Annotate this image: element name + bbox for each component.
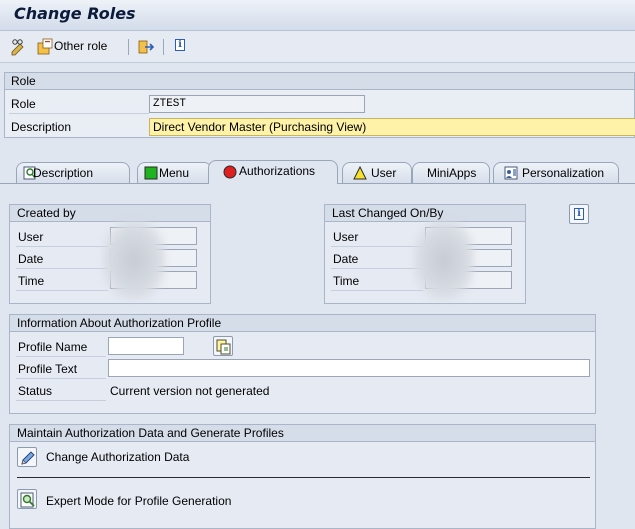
label-underline: [16, 290, 108, 291]
maintain-auth-header: Maintain Authorization Data and Generate…: [10, 425, 595, 442]
other-role-label: Other role: [54, 39, 108, 53]
created-user-label: User: [18, 230, 44, 244]
tab-description[interactable]: Description: [16, 162, 130, 184]
auth-profile-header: Information About Authorization Profile: [10, 315, 595, 332]
info-icon: i: [574, 208, 584, 220]
title-bar: Change Roles: [0, 0, 635, 31]
tab-menu[interactable]: Menu: [137, 162, 212, 184]
profile-text-label: Profile Text: [18, 362, 78, 376]
green-square-icon: [144, 166, 158, 180]
role-field[interactable]: ZTEST: [149, 95, 365, 113]
tab-strip: Description Menu Authorizations User Min…: [0, 160, 635, 184]
redacted-area: [102, 219, 166, 301]
application-toolbar: Other role i: [0, 31, 635, 63]
auth-profile-group: Information About Authorization Profile …: [9, 314, 596, 414]
last-changed-group: Last Changed On/By User Date Time: [324, 204, 526, 304]
redacted-area: [413, 219, 475, 301]
info-icon: i: [175, 39, 185, 51]
document-copy-icon: [216, 339, 231, 355]
profile-name-label: Profile Name: [18, 340, 88, 354]
expert-mode-label[interactable]: Expert Mode for Profile Generation: [46, 494, 231, 508]
status-label: Status: [18, 384, 53, 398]
role-section-header: Role: [5, 73, 634, 90]
tab-personalization[interactable]: Personalization: [493, 162, 619, 184]
red-circle-icon: [223, 165, 237, 179]
role-section: Role Role ZTEST Description Direct Vendo…: [4, 72, 635, 138]
change-auth-data-label[interactable]: Change Authorization Data: [46, 450, 189, 464]
page-title: Change Roles: [14, 4, 136, 23]
label-underline: [9, 113, 149, 114]
role-label: Role: [11, 97, 36, 111]
description-field[interactable]: Direct Vendor Master (Purchasing View): [149, 118, 635, 136]
label-underline: [331, 290, 423, 291]
created-time-label: Time: [18, 274, 45, 288]
change-auth-data-button[interactable]: [17, 447, 37, 467]
profile-name-field[interactable]: [108, 337, 184, 355]
expert-mode-button[interactable]: [17, 489, 37, 509]
maintain-auth-group: Maintain Authorization Data and Generate…: [9, 424, 596, 529]
created-by-group: Created by User Date Time: [9, 204, 211, 304]
tab-label: Personalization: [522, 166, 605, 180]
label-underline: [16, 246, 108, 247]
label-underline: [16, 268, 108, 269]
label-underline: [331, 268, 423, 269]
tab-label: User: [371, 166, 397, 180]
label-underline: [16, 356, 106, 357]
tab-label: Menu: [159, 166, 190, 180]
toolbar-separator: [163, 39, 164, 55]
tab-label: MiniApps: [427, 166, 477, 180]
info-button[interactable]: i: [172, 37, 190, 55]
profile-name-help-button[interactable]: [213, 336, 233, 356]
transport-icon[interactable]: [138, 38, 156, 56]
other-role-button[interactable]: Other role: [35, 36, 125, 58]
tab-authorizations[interactable]: Authorizations: [208, 160, 338, 184]
toolbar-separator: [128, 39, 129, 55]
display-change-icon[interactable]: [10, 38, 28, 56]
magnifier-document-icon: [20, 492, 35, 508]
tab-user[interactable]: User: [342, 162, 412, 184]
label-underline: [16, 378, 106, 379]
info-button[interactable]: i: [569, 204, 589, 224]
profile-text-field[interactable]: [108, 359, 590, 377]
divider: [17, 477, 590, 478]
created-date-label: Date: [18, 252, 44, 266]
other-object-icon: [37, 38, 53, 55]
changed-time-label: Time: [333, 274, 360, 288]
status-value: Current version not generated: [110, 384, 270, 398]
label-underline: [16, 400, 106, 401]
tab-miniapps[interactable]: MiniApps: [412, 162, 490, 184]
description-label: Description: [11, 120, 72, 134]
personalization-icon: [504, 166, 518, 180]
pencil-icon: [21, 451, 35, 465]
changed-date-label: Date: [333, 252, 359, 266]
changed-user-label: User: [333, 230, 359, 244]
label-underline: [331, 246, 423, 247]
tab-label: Authorizations: [239, 164, 316, 178]
tab-label: Description: [33, 166, 94, 180]
yellow-triangle-icon: [353, 166, 367, 180]
